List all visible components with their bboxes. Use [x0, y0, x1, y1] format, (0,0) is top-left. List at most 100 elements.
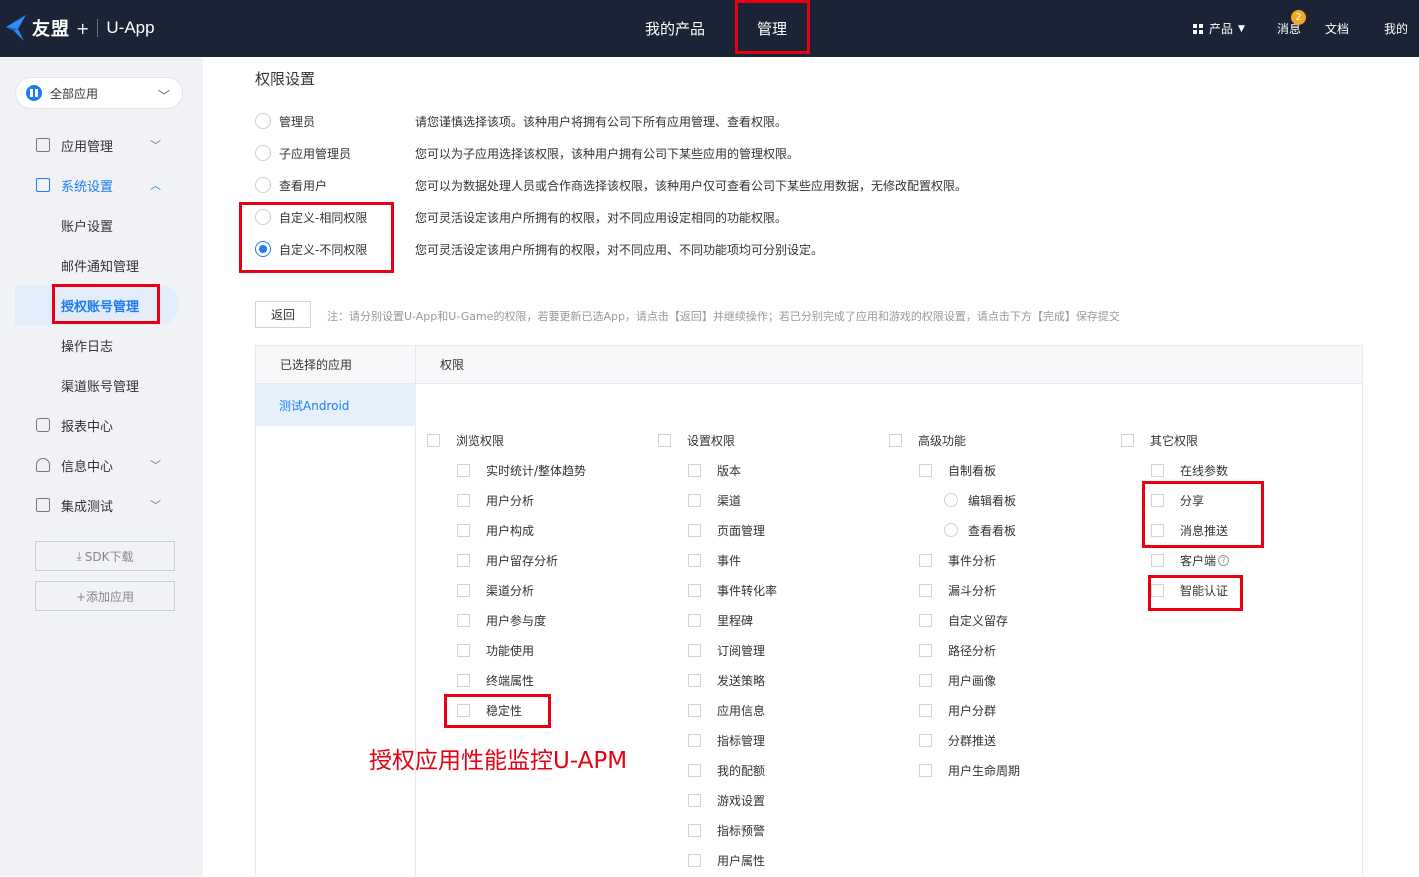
permission-item[interactable]: 我的配额 — [688, 762, 765, 778]
permission-item[interactable]: 自制看板 — [919, 462, 996, 478]
permission-item[interactable]: 用户生命周期 — [919, 762, 1020, 778]
checkbox[interactable] — [688, 823, 701, 837]
permission-item[interactable]: 终端属性 — [457, 672, 534, 688]
permission-item[interactable]: 事件 — [688, 552, 741, 568]
checkbox[interactable] — [688, 643, 701, 657]
sidebar-item-app-management[interactable]: 应用管理 ﹀ — [0, 125, 203, 165]
checkbox[interactable] — [688, 493, 701, 507]
permission-item[interactable]: 用户分析 — [457, 492, 534, 508]
checkbox[interactable] — [457, 613, 470, 627]
checkbox[interactable] — [457, 673, 470, 687]
permission-item[interactable]: 路径分析 — [919, 642, 996, 658]
checkbox[interactable] — [688, 733, 701, 747]
sidebar-item-operation-log[interactable]: 操作日志 — [0, 325, 203, 365]
checkbox[interactable] — [688, 673, 701, 687]
nav-products-menu[interactable]: 产品 ▼ — [1193, 0, 1245, 57]
checkbox[interactable] — [1151, 463, 1164, 477]
checkbox[interactable] — [919, 643, 932, 657]
permission-item[interactable]: 用户属性 — [688, 852, 765, 868]
permission-item[interactable]: 用户分群 — [919, 702, 996, 718]
checkbox[interactable] — [457, 493, 470, 507]
checkbox[interactable] — [889, 433, 902, 447]
permission-item[interactable]: 页面管理 — [688, 522, 765, 538]
checkbox[interactable] — [919, 673, 932, 687]
help-icon[interactable]: ? — [1218, 554, 1230, 566]
checkbox[interactable] — [457, 643, 470, 657]
add-app-button[interactable]: +添加应用 — [35, 581, 175, 611]
checkbox[interactable] — [919, 763, 932, 777]
permission-item[interactable]: 用户构成 — [457, 522, 534, 538]
permission-item[interactable]: 应用信息 — [688, 702, 765, 718]
checkbox[interactable] — [919, 583, 932, 597]
sidebar-item-system-settings[interactable]: 系统设置 ︿ — [0, 165, 203, 205]
checkbox[interactable] — [919, 613, 932, 627]
checkbox[interactable] — [919, 553, 932, 567]
permission-item[interactable]: 用户画像 — [919, 672, 996, 688]
nav-messages[interactable]: 消息 — [1277, 0, 1301, 57]
permission-item[interactable]: 指标预警 — [688, 822, 765, 838]
checkbox[interactable] — [688, 763, 701, 777]
checkbox[interactable] — [427, 433, 440, 447]
checkbox[interactable] — [919, 463, 932, 477]
checkbox[interactable] — [688, 613, 701, 627]
permission-item[interactable]: 用户留存分析 — [457, 552, 558, 568]
permission-item-client[interactable]: 客户端? — [1151, 552, 1230, 568]
permission-item[interactable]: 指标管理 — [688, 732, 765, 748]
group-advanced-features[interactable]: 高级功能 — [889, 432, 966, 448]
checkbox[interactable] — [919, 703, 932, 717]
selected-app-item[interactable]: 测试Android — [256, 384, 416, 426]
sidebar-item-integration-test[interactable]: 集成测试 ﹀ — [0, 485, 203, 525]
radio-button[interactable] — [255, 113, 271, 129]
checkbox[interactable] — [688, 583, 701, 597]
permission-item[interactable]: 渠道 — [688, 492, 741, 508]
radio-button[interactable] — [255, 145, 271, 161]
app-selector[interactable]: 全部应用 ﹀ — [15, 77, 183, 109]
sidebar-item-channel-accounts[interactable]: 渠道账号管理 — [0, 365, 203, 405]
checkbox[interactable] — [688, 793, 701, 807]
permission-item[interactable]: 用户参与度 — [457, 612, 546, 628]
group-other-permissions[interactable]: 其它权限 — [1121, 432, 1198, 448]
permission-item[interactable]: 自定义留存 — [919, 612, 1008, 628]
nav-mine[interactable]: 我的 — [1384, 0, 1408, 57]
checkbox[interactable] — [457, 583, 470, 597]
checkbox[interactable] — [688, 553, 701, 567]
permission-item[interactable]: 渠道分析 — [457, 582, 534, 598]
nav-docs[interactable]: 文档 — [1325, 0, 1349, 57]
permission-item[interactable]: 版本 — [688, 462, 741, 478]
sidebar-item-info-center[interactable]: 信息中心 ﹀ — [0, 445, 203, 485]
checkbox[interactable] — [1151, 553, 1164, 567]
permission-item[interactable]: 里程碑 — [688, 612, 753, 628]
permission-item[interactable]: 漏斗分析 — [919, 582, 996, 598]
permission-item[interactable]: 事件分析 — [919, 552, 996, 568]
group-browse-permissions[interactable]: 浏览权限 — [427, 432, 504, 448]
permission-item[interactable]: 事件转化率 — [688, 582, 777, 598]
radio-button[interactable] — [944, 523, 958, 537]
permission-item[interactable]: 实时统计/整体趋势 — [457, 462, 586, 478]
checkbox[interactable] — [457, 553, 470, 567]
sidebar-item-email-notify[interactable]: 邮件通知管理 — [0, 245, 203, 285]
permission-item[interactable]: 游戏设置 — [688, 792, 765, 808]
radio-button[interactable] — [944, 493, 958, 507]
checkbox[interactable] — [688, 703, 701, 717]
checkbox[interactable] — [658, 433, 671, 447]
permission-item[interactable]: 在线参数 — [1151, 462, 1228, 478]
sidebar-item-account-settings[interactable]: 账户设置 — [0, 205, 203, 245]
checkbox[interactable] — [919, 733, 932, 747]
back-button[interactable]: 返回 — [255, 301, 311, 328]
permission-item-radio[interactable]: 编辑看板 — [944, 492, 1016, 508]
sdk-download-button[interactable]: ⤓ SDK下载 — [35, 541, 175, 571]
permission-item[interactable]: 发送策略 — [688, 672, 765, 688]
permission-item[interactable]: 订阅管理 — [688, 642, 765, 658]
permission-option-sub-admin[interactable]: 子应用管理员 您可以为子应用选择该权限，该种用户拥有公司下某些应用的管理权限。 — [255, 143, 799, 163]
umeng-logo[interactable]: 友盟 + U-App — [4, 12, 155, 44]
checkbox[interactable] — [1121, 433, 1134, 447]
permission-option-viewer[interactable]: 查看用户 您可以为数据处理人员或合作商选择该权限，该种用户仅可查看公司下某些应用… — [255, 175, 967, 195]
permission-option-admin[interactable]: 管理员 请您谨慎选择该项。该种用户将拥有公司下所有应用管理、查看权限。 — [255, 111, 787, 131]
checkbox[interactable] — [688, 523, 701, 537]
checkbox[interactable] — [688, 463, 701, 477]
radio-button[interactable] — [255, 177, 271, 193]
checkbox[interactable] — [457, 463, 470, 477]
nav-my-products[interactable]: 我的产品 — [645, 0, 705, 57]
permission-item-radio[interactable]: 查看看板 — [944, 522, 1016, 538]
checkbox[interactable] — [688, 853, 701, 867]
